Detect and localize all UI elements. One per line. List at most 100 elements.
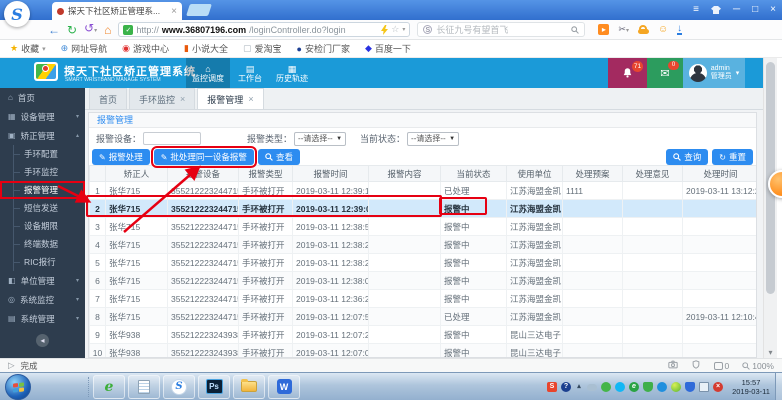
home-icon[interactable]: ⌂ <box>104 24 111 36</box>
reset-button[interactable]: ↻ 重置 <box>712 149 753 165</box>
table-row[interactable]: 4 张华715 355212223244715 手环被打开 2019-03-11 12:… <box>89 235 756 254</box>
minimize-button[interactable]: ─ <box>733 0 740 20</box>
close-icon[interactable]: × <box>180 94 185 104</box>
bookmark-item[interactable]: ● 安检门厂家 <box>297 42 350 55</box>
table-row[interactable]: 8 张华715 355212223244715 手环被打开 2019-03-11 12:… <box>89 307 756 326</box>
wechat-icon[interactable] <box>601 381 611 392</box>
table-row[interactable]: 2 张华715 355212223244715 手环被打开 2019-03-11 12:… <box>89 199 756 218</box>
volume-muted-icon[interactable] <box>713 381 723 392</box>
360-ball-icon[interactable] <box>671 381 681 392</box>
table-row[interactable]: 10 张华938 355212223243938 手环被打开 2019-03-11 12… <box>89 343 756 357</box>
taskbar-clock[interactable]: 15:57 2019-03-11 <box>727 378 775 396</box>
key-icon[interactable] <box>637 24 649 34</box>
bookmark-item[interactable]: ◆ 百度一下 <box>365 42 411 55</box>
sidebar-item[interactable]: 手环监控 <box>0 163 85 181</box>
start-button[interactable] <box>5 374 31 400</box>
sidebar-item[interactable]: 终端数据 <box>0 235 85 253</box>
user-menu[interactable]: admin 管理员 ▾ <box>683 58 745 88</box>
table-row[interactable]: 6 张华715 355212223244715 手环被打开 2019-03-11 12:… <box>89 271 756 290</box>
refresh-icon[interactable]: ↻ <box>67 24 77 36</box>
screenshot-icon[interactable] <box>667 360 678 371</box>
zoom-level[interactable]: 100% <box>742 361 774 371</box>
sidebar-collapse-button[interactable]: ◂ <box>36 334 49 347</box>
table-row[interactable]: 9 张华938 355212223243938 手环被打开 2019-03-11 12:… <box>89 325 756 344</box>
sidebar-item[interactable]: 报警管理 <box>0 181 85 199</box>
shield-green-icon[interactable] <box>643 381 653 392</box>
table-row[interactable]: 7 张华715 355212223244715 手环被打开 2019-03-11 12:… <box>89 289 756 308</box>
chevron-down-icon[interactable]: ▾ <box>402 26 405 33</box>
network-icon[interactable] <box>699 381 709 392</box>
messages-button[interactable]: ✉ 0 <box>647 58 683 88</box>
maximize-button[interactable]: □ <box>752 0 758 20</box>
cloud-icon[interactable] <box>587 384 597 391</box>
lightning-icon[interactable] <box>381 24 389 35</box>
alarm-device-input[interactable] <box>143 132 202 145</box>
workspace-tab[interactable]: 报警管理 × <box>197 88 264 109</box>
table-row[interactable]: 1 张华715 355212223244715 手环被打开 2019-03-11 12:… <box>89 181 756 200</box>
wps-button[interactable] <box>268 374 300 399</box>
handle-alarm-button[interactable]: ✎ 报警处理 <box>92 149 150 165</box>
search-icon[interactable] <box>571 25 580 34</box>
close-icon[interactable]: × <box>248 94 253 104</box>
sidebar-item[interactable]: 设备期限 <box>0 217 85 235</box>
sogou-browser-button[interactable] <box>163 374 195 399</box>
shield-blue-icon[interactable] <box>685 381 695 392</box>
qq-icon[interactable] <box>615 381 625 392</box>
message-count[interactable]: 0 <box>713 361 729 371</box>
bookmark-item[interactable]: ▢ 爱淘宝 <box>243 42 282 55</box>
help-icon[interactable] <box>561 381 571 392</box>
sidebar-item-home[interactable]: ⌂ 首页 <box>0 88 85 107</box>
ie-browser-button[interactable] <box>93 374 125 399</box>
sogou-pinyin-icon[interactable] <box>547 381 557 392</box>
app-nav-item[interactable]: ▤ 工作台 <box>230 58 270 88</box>
scissors-icon[interactable]: ✂▾ <box>618 24 629 35</box>
workspace-tab[interactable]: 手环监控 × <box>129 88 196 109</box>
favorite-star-icon[interactable]: ☆ <box>391 24 399 35</box>
bookmark-item[interactable]: ⊕ 网址导航 <box>61 42 108 55</box>
switch-mode-icon[interactable]: ▸ <box>598 24 610 35</box>
search-box[interactable]: S 长征九号有望首飞 <box>417 22 586 37</box>
browser-tab[interactable]: 探天下社区矫正管理系... × <box>52 2 182 20</box>
alarm-type-select[interactable]: --请选择-- ▼ <box>294 131 347 146</box>
sidebar-group[interactable]: ◎ 系统监控 ▾ <box>0 290 85 309</box>
sidebar-item[interactable]: 手环配置 <box>0 145 85 163</box>
current-status-select[interactable]: --请选择-- ▼ <box>407 131 460 146</box>
table-row[interactable]: 3 张华715 355212223244715 手环被打开 2019-03-11 12:… <box>89 217 756 236</box>
photoshop-button[interactable] <box>198 374 230 399</box>
scroll-down-icon[interactable]: ▾ <box>764 348 777 357</box>
notepad-button[interactable] <box>128 374 160 399</box>
tab-close-icon[interactable]: × <box>171 6 177 17</box>
close-button[interactable]: × <box>770 0 776 20</box>
site-safety-icon[interactable]: ✓ <box>123 24 134 35</box>
browser-icon[interactable] <box>629 381 639 392</box>
sidebar-item[interactable]: RIC报行 <box>0 253 85 271</box>
swirl-icon[interactable] <box>657 381 667 392</box>
table-row[interactable]: 5 张华715 355212223244715 手环被打开 2019-03-11 12:… <box>89 253 756 272</box>
view-button[interactable]: 查看 <box>257 149 300 165</box>
sidebar-group[interactable]: ▦ 设备管理 ▾ <box>0 107 85 126</box>
back-icon[interactable]: ← <box>48 24 60 36</box>
notifications-button[interactable]: 71 <box>608 58 647 88</box>
security-shield-icon[interactable] <box>691 360 701 371</box>
hidden-icons-caret[interactable] <box>575 382 583 392</box>
file-explorer-button[interactable] <box>233 374 265 399</box>
sidebar-item[interactable]: 短信发送 <box>0 199 85 217</box>
menu-icon[interactable]: ≡ <box>693 0 699 20</box>
show-desktop-button[interactable] <box>775 372 782 400</box>
app-nav-item[interactable]: ⌂ 监控调度 <box>186 58 230 88</box>
query-button[interactable]: 查询 <box>666 149 709 165</box>
new-tab-button[interactable] <box>186 4 212 16</box>
batch-handle-button[interactable]: ✎ 批处理同一设备报警 <box>150 146 257 168</box>
sidebar-group[interactable]: ▤ 系统管理 ▾ <box>0 309 85 328</box>
redo-icon[interactable]: ↺▾ <box>84 22 97 37</box>
bookmark-item[interactable]: ★ 收藏 ▾ <box>10 42 46 55</box>
address-bar[interactable]: ✓ http://www.36807196.com/loginControlle… <box>118 22 411 37</box>
workspace-tab[interactable]: 首页 <box>89 88 128 109</box>
page-scrollbar[interactable]: ▾ <box>763 58 777 358</box>
smiley-icon[interactable]: ☺ <box>658 24 668 35</box>
app-nav-item[interactable]: ▦ 历史轨迹 <box>270 58 314 88</box>
skin-icon[interactable] <box>711 6 722 14</box>
sidebar-group[interactable]: ◧ 单位管理 ▾ <box>0 271 85 290</box>
sidebar-group[interactable]: ▣ 矫正管理 ▴ <box>0 126 85 145</box>
speed-mode-icon[interactable]: ▷ <box>8 360 15 371</box>
